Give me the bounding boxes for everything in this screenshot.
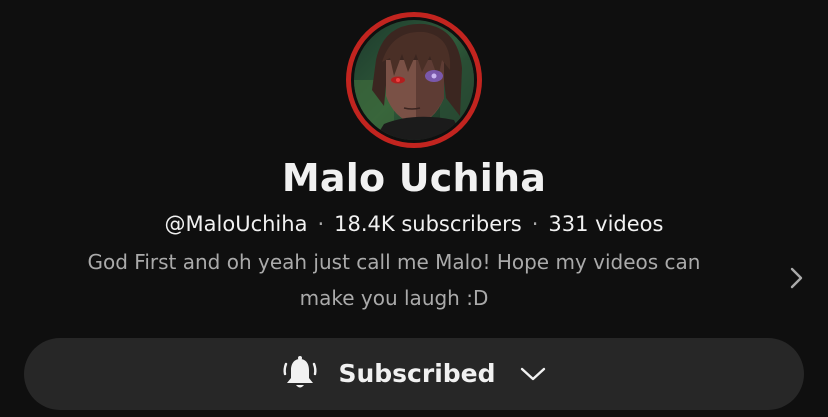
avatar-ring[interactable] [346, 12, 482, 148]
channel-meta: @MaloUchiha · 18.4K subscribers · 331 videos [0, 208, 828, 240]
channel-name: Malo Uchiha [281, 156, 547, 200]
video-count: 331 videos [548, 212, 664, 236]
separator-dot: · [317, 212, 325, 236]
subscriber-count: 18.4K subscribers [334, 212, 522, 236]
description-line: make you laugh :D [299, 286, 489, 310]
bell-icon [283, 356, 317, 388]
subscribe-label: Subscribed [338, 359, 496, 388]
channel-header: Malo Uchiha @MaloUchiha · 18.4K subscriber… [0, 0, 828, 417]
separator-dot: · [531, 212, 539, 236]
chevron-right-icon[interactable] [783, 263, 809, 293]
avatar-image [354, 20, 474, 140]
channel-description[interactable]: God First and oh yeah just call me Malo!… [40, 244, 748, 316]
channel-handle[interactable]: @MaloUchiha [165, 212, 308, 236]
chevron-down-icon [520, 367, 545, 381]
description-line: God First and oh yeah just call me Malo!… [87, 250, 701, 274]
channel-avatar[interactable] [351, 17, 477, 143]
subscribe-button[interactable]: Subscribed [24, 338, 804, 410]
